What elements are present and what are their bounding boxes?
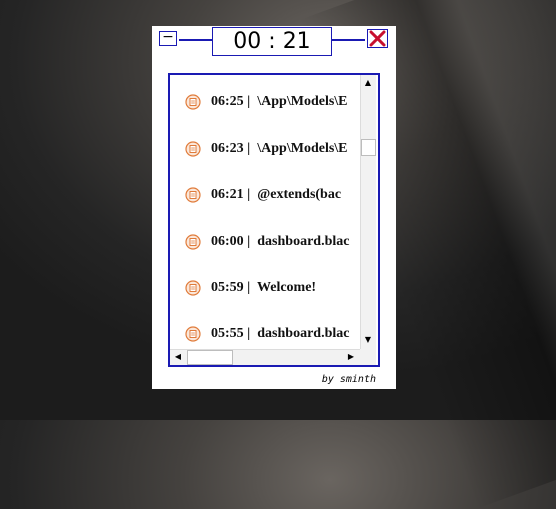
vertical-scroll-thumb[interactable] xyxy=(361,139,376,156)
list-item[interactable]: 05:55 | dashboard.blac xyxy=(170,323,360,345)
entry-text: \App\Models\E xyxy=(257,94,348,109)
scroll-up-arrow-icon[interactable]: ▲ xyxy=(361,76,375,90)
entry-time: 06:25 xyxy=(211,94,244,109)
history-list: 06:25 | \App\Models\E 06:23 | \App\Model… xyxy=(170,75,360,345)
timer-display: 00 : 21 xyxy=(212,27,332,56)
list-item[interactable]: 06:25 | \App\Models\E xyxy=(170,91,360,113)
close-icon xyxy=(369,30,386,47)
clipboard-icon xyxy=(185,280,201,296)
list-item[interactable]: 05:59 | Welcome! xyxy=(170,277,360,299)
list-item[interactable]: 06:23 | \App\Models\E xyxy=(170,138,360,160)
clipboard-icon xyxy=(185,141,201,157)
scroll-right-arrow-icon[interactable]: ▶ xyxy=(344,350,358,364)
close-button[interactable] xyxy=(367,29,388,48)
entry-time: 06:23 xyxy=(211,141,244,156)
clipboard-icon xyxy=(185,187,201,203)
vertical-scrollbar[interactable]: ▲ ▼ xyxy=(360,75,376,349)
entry-text: dashboard.blac xyxy=(257,234,350,249)
horizontal-scroll-thumb[interactable] xyxy=(187,350,233,365)
entry-time: 06:21 xyxy=(211,187,244,202)
list-item[interactable]: 06:00 | dashboard.blac xyxy=(170,231,360,253)
minimize-button[interactable]: − xyxy=(159,29,177,46)
clipboard-icon xyxy=(185,234,201,250)
entry-text: Welcome! xyxy=(257,280,317,295)
credit-footer: by sminth xyxy=(321,374,376,385)
clipboard-icon xyxy=(185,326,201,342)
entry-text: dashboard.blac xyxy=(257,326,350,341)
history-list-panel: 06:25 | \App\Models\E 06:23 | \App\Model… xyxy=(168,73,380,367)
scroll-down-arrow-icon[interactable]: ▼ xyxy=(361,333,375,347)
entry-time: 06:00 xyxy=(211,234,244,249)
entry-text: @extends(bac xyxy=(257,187,342,202)
minimize-icon: − xyxy=(162,29,174,45)
entry-time: 05:55 xyxy=(211,326,244,341)
scrollbar-corner xyxy=(360,349,376,365)
horizontal-scrollbar[interactable]: ◀ ▶ xyxy=(170,349,360,365)
scroll-left-arrow-icon[interactable]: ◀ xyxy=(171,350,185,364)
entry-text: \App\Models\E xyxy=(257,141,348,156)
entry-time: 05:59 xyxy=(211,280,244,295)
list-item[interactable]: 06:21 | @extends(bac xyxy=(170,184,360,206)
timer-widget: − 00 : 21 06:25 | \App\Models\E 06:23 | … xyxy=(152,26,396,389)
clipboard-icon xyxy=(185,94,201,110)
